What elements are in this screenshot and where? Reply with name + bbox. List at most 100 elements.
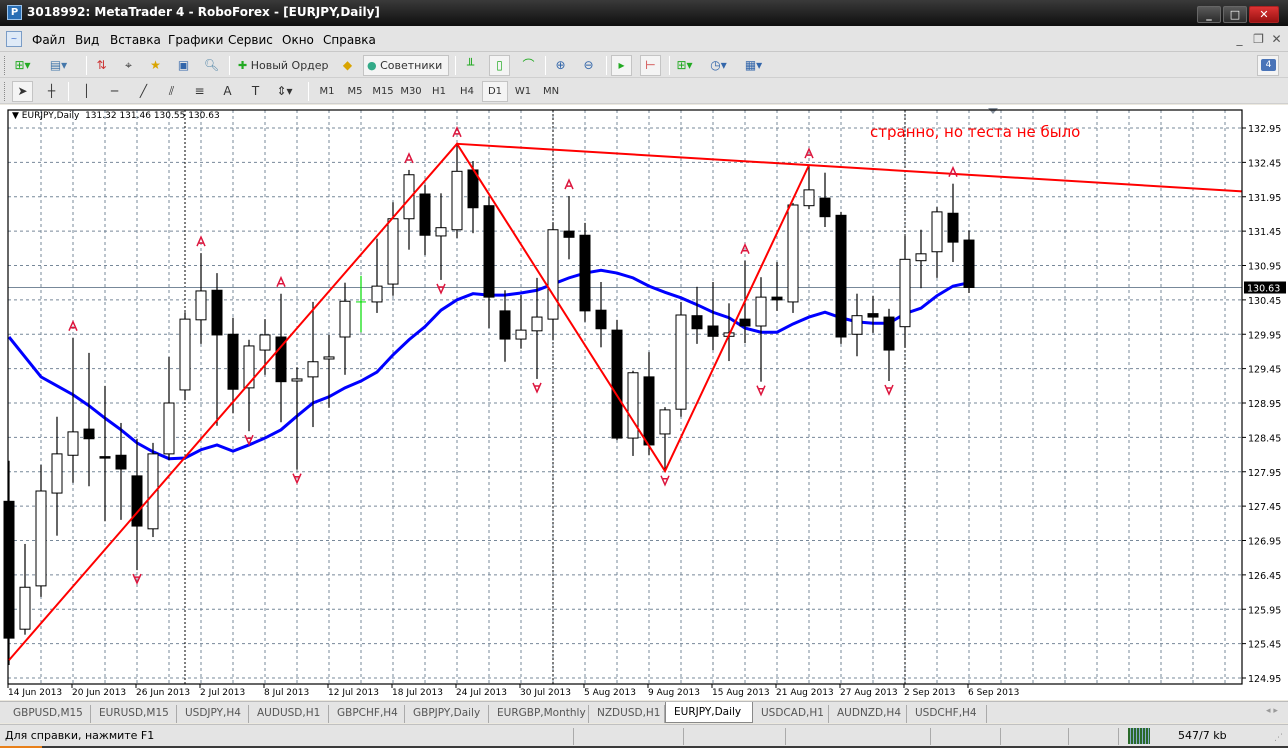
resistance-trendline	[456, 142, 1243, 193]
close-button[interactable]: ✕	[1249, 6, 1279, 23]
candle-body	[899, 258, 911, 328]
text-label-icon[interactable]: T	[245, 81, 266, 102]
new-chart-icon[interactable]: ⊞▾	[12, 55, 33, 76]
separator	[455, 56, 456, 75]
resize-grip[interactable]: ⋰	[1274, 733, 1283, 743]
status-help-text: Для справки, нажмите F1	[5, 729, 155, 742]
timeframe-h4[interactable]: H4	[454, 81, 480, 102]
strategy-tester-icon[interactable]: 🔍︎	[201, 55, 222, 76]
profiles-icon[interactable]: ▤▾	[48, 55, 69, 76]
chart-tab[interactable]: AUDUSD,H1	[249, 705, 329, 723]
periods-icon[interactable]: ◷▾	[708, 55, 729, 76]
warning-icon[interactable]: ◆	[337, 55, 358, 76]
maximize-button[interactable]: □	[1223, 6, 1247, 23]
notifications-button[interactable]: 4	[1257, 55, 1279, 76]
x-tick-label: 15 Aug 2013	[712, 688, 770, 698]
vertical-line-icon[interactable]: │	[76, 81, 97, 102]
text-icon[interactable]: A	[217, 81, 238, 102]
fibonacci-icon[interactable]: ≡	[189, 81, 210, 102]
candle-body	[19, 586, 31, 630]
mdi-restore-button[interactable]: ❐	[1251, 32, 1266, 47]
candle-body	[627, 372, 639, 439]
candlestick-chart-icon[interactable]: ▯	[489, 55, 510, 76]
candle-body	[227, 333, 239, 390]
tab-scroll-arrows[interactable]: ◂ ▸	[1266, 706, 1278, 716]
y-tick-label: 132.95	[1248, 124, 1281, 135]
line-chart-icon[interactable]: ⌒	[518, 55, 539, 76]
minimize-button[interactable]: _	[1197, 6, 1221, 23]
zoom-in-icon[interactable]: ⊕	[550, 55, 571, 76]
new-order-button[interactable]: ✚ Новый Ордер	[234, 55, 334, 76]
candle-body	[515, 329, 527, 340]
chart-tab[interactable]: EURGBP,Monthly	[489, 705, 589, 723]
mdi-close-button[interactable]: ✕	[1269, 32, 1284, 47]
timeframe-m15[interactable]: M15	[370, 81, 396, 102]
candle-body	[83, 428, 95, 440]
notification-count: 4	[1261, 59, 1276, 71]
zoom-out-icon[interactable]: ⊖	[578, 55, 599, 76]
x-tick-label: 2 Jul 2013	[200, 688, 245, 698]
timeframe-m5[interactable]: M5	[342, 81, 368, 102]
candle-body	[163, 402, 175, 455]
horizontal-line-icon[interactable]: ─	[104, 81, 125, 102]
candle-body	[67, 431, 79, 456]
x-tick-label: 8 Jul 2013	[264, 688, 309, 698]
menu-charts[interactable]: Графики	[168, 33, 223, 47]
menu-tools[interactable]: Сервис	[228, 33, 273, 47]
candle-body	[115, 454, 127, 470]
connection-status-icon	[1128, 728, 1150, 744]
candle-body	[483, 205, 495, 298]
toolbar-grip[interactable]	[4, 56, 7, 75]
chart-tab[interactable]: GBPUSD,M15	[5, 705, 91, 723]
menu-insert[interactable]: Вставка	[110, 33, 161, 47]
timeframe-d1[interactable]: D1	[482, 81, 508, 102]
chart-annotation: странно, но теста не было	[870, 123, 1080, 141]
y-tick-label: 126.45	[1248, 571, 1281, 582]
menu-help[interactable]: Справка	[323, 33, 376, 47]
menu-file[interactable]: Файл	[32, 33, 65, 47]
y-tick-label: 132.45	[1248, 158, 1281, 169]
chart-tab[interactable]: GBPCHF,H4	[329, 705, 405, 723]
price-chart[interactable]: 132.95 132.45 131.95 131.45 130.95 130.45 129.…	[0, 105, 1288, 700]
chart-low: 130.55	[153, 111, 186, 121]
candle-body	[851, 315, 863, 335]
navigator-icon[interactable]: ★	[145, 55, 166, 76]
chart-tab[interactable]: EURUSD,M15	[91, 705, 177, 723]
bar-chart-icon[interactable]: ╨	[460, 55, 481, 76]
menu-window[interactable]: Окно	[282, 33, 314, 47]
arrows-icon[interactable]: ⇕▾	[274, 81, 295, 102]
y-tick-label: 126.95	[1248, 537, 1281, 548]
toolbar-grip[interactable]	[4, 82, 7, 101]
chart-window[interactable]: 132.95 132.45 131.95 131.45 130.95 130.45 129.…	[0, 105, 1288, 700]
candle-body	[867, 313, 879, 318]
mdi-minimize-button[interactable]: _	[1232, 32, 1247, 47]
chart-tab[interactable]: GBPJPY,Daily	[405, 705, 489, 723]
chart-tab[interactable]: USDJPY,H4	[177, 705, 249, 723]
terminal-icon[interactable]: ▣	[173, 55, 194, 76]
timeframe-m1[interactable]: M1	[314, 81, 340, 102]
menu-bar: ~ Файл Вид Вставка Графики Сервис Окно С…	[0, 26, 1288, 52]
equidistant-channel-icon[interactable]: ⫽	[161, 81, 182, 102]
templates-icon[interactable]: ▦▾	[743, 55, 764, 76]
data-window-icon[interactable]: ⌖	[118, 55, 139, 76]
timeframe-mn[interactable]: MN	[538, 81, 564, 102]
expert-advisors-button[interactable]: ● Советники	[363, 55, 449, 76]
chart-tab[interactable]: EURJPY,Daily	[665, 702, 753, 723]
collapse-triangle-icon[interactable]: ▼	[12, 111, 22, 121]
auto-scroll-icon[interactable]: ▸	[611, 55, 632, 76]
timeframe-h1[interactable]: H1	[426, 81, 452, 102]
crosshair-icon[interactable]: ┼	[41, 81, 62, 102]
chart-tab[interactable]: USDCHF,H4	[907, 705, 987, 723]
indicators-icon[interactable]: ⊞▾	[674, 55, 695, 76]
chart-tab[interactable]: USDCAD,H1	[753, 705, 829, 723]
timeframe-w1[interactable]: W1	[510, 81, 536, 102]
trendline-icon[interactable]: ╱	[133, 81, 154, 102]
chart-tab[interactable]: AUDNZD,H4	[829, 705, 907, 723]
chart-shift-icon[interactable]: ⊢	[640, 55, 661, 76]
cursor-icon[interactable]: ➤	[12, 81, 33, 102]
timeframe-m30[interactable]: M30	[398, 81, 424, 102]
separator	[669, 56, 670, 75]
market-watch-icon[interactable]: ⇅	[91, 55, 112, 76]
chart-tab[interactable]: NZDUSD,H1	[589, 705, 665, 723]
menu-view[interactable]: Вид	[75, 33, 99, 47]
